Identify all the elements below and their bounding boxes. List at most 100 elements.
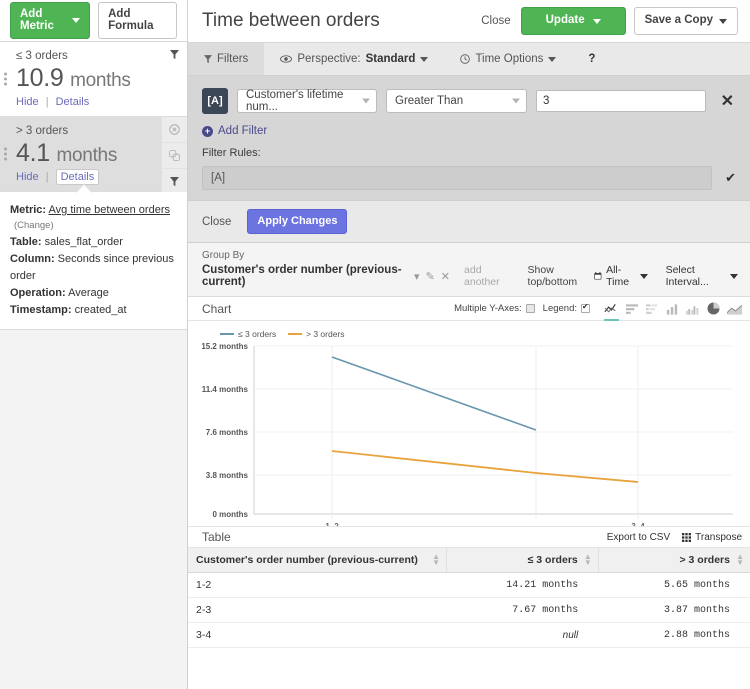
- table-row[interactable]: 3-4 null 2.88 months: [188, 622, 750, 648]
- transpose-button[interactable]: Transpose: [682, 532, 742, 543]
- chevron-down-icon: [512, 98, 520, 104]
- transpose-label: Transpose: [695, 531, 742, 543]
- multiple-y-axes-option[interactable]: Multiple Y-Axes:: [454, 303, 535, 314]
- stacked-bar-icon[interactable]: [646, 301, 659, 317]
- cell-group: 3-4: [188, 622, 447, 648]
- chevron-down-icon: [639, 273, 648, 279]
- tab-time-options-label: Time Options: [475, 53, 544, 65]
- cell-group: 2-3: [188, 597, 447, 623]
- group-by-title: Group By: [202, 250, 245, 261]
- column-header-gt3[interactable]: > 3 orders ▲ ▼: [598, 548, 750, 573]
- group-by-field[interactable]: Customer's order number (previous-curren…: [202, 264, 408, 288]
- line-chart-icon[interactable]: [604, 301, 619, 321]
- details-metric-key: Metric:: [10, 204, 47, 216]
- close-button[interactable]: Close: [481, 15, 510, 27]
- table-row[interactable]: 2-3 7.67 months 3.87 months: [188, 597, 750, 623]
- check-icon[interactable]: ✔: [725, 170, 736, 186]
- details-column-key: Column:: [10, 252, 55, 265]
- y-tick-label: 3.8 months: [206, 471, 249, 480]
- chart-canvas: ≤ 3 orders > 3 orders 15.2 months 11.4 m…: [188, 321, 750, 531]
- details-link[interactable]: Details: [55, 169, 100, 185]
- column-chart-icon[interactable]: [666, 301, 679, 317]
- metric-label: ≤ 3 orders: [16, 50, 68, 62]
- filter-field-value: Customer's lifetime num...: [246, 89, 344, 113]
- metric-unit: months: [56, 145, 118, 166]
- group-by-panel: Group By Customer's order number (previo…: [188, 243, 750, 297]
- add-metric-label: Add Metric: [20, 8, 54, 32]
- legend-checkbox[interactable]: [581, 302, 590, 313]
- cell-gt3: 2.88 months: [598, 622, 750, 648]
- filter-rules-label: Filter Rules:: [202, 147, 261, 159]
- hide-link[interactable]: Hide: [16, 96, 39, 108]
- close-circle-icon[interactable]: [161, 117, 187, 143]
- edit-pencil-icon[interactable]: ✎: [426, 270, 435, 283]
- add-filter-button[interactable]: + Add Filter: [202, 125, 736, 137]
- column-header-le3-label: ≤ 3 orders: [527, 554, 578, 566]
- drag-handle-icon[interactable]: [4, 146, 7, 163]
- tab-filters[interactable]: Filters: [188, 43, 265, 75]
- filter-panel: [A] Customer's lifetime num... Greater T…: [188, 76, 750, 200]
- multiple-y-axes-label: Multiple Y-Axes:: [454, 303, 522, 314]
- apply-close-button[interactable]: Close: [202, 216, 231, 228]
- details-link[interactable]: Details: [56, 96, 90, 108]
- table-panel-title: Table: [202, 530, 231, 544]
- filter-value-input[interactable]: [536, 90, 706, 112]
- add-metric-button[interactable]: Add Metric: [10, 2, 91, 39]
- interval-selector[interactable]: Select Interval...: [666, 264, 738, 288]
- series-line-le3: [331, 356, 537, 431]
- filter-field-select[interactable]: Customer's lifetime num...: [237, 89, 377, 113]
- funnel-icon[interactable]: [161, 42, 187, 68]
- grouped-column-icon[interactable]: [686, 301, 700, 317]
- legend-option[interactable]: Legend:: [543, 302, 590, 314]
- apply-changes-button[interactable]: Apply Changes: [247, 209, 348, 234]
- add-formula-button[interactable]: Add Formula: [98, 2, 177, 39]
- area-chart-icon[interactable]: [727, 301, 742, 317]
- column-header-group-label: Customer's order number (previous-curren…: [196, 554, 418, 566]
- save-a-copy-button[interactable]: Save a Copy: [633, 7, 738, 35]
- duplicate-icon[interactable]: [161, 143, 187, 169]
- details-timestamp-value: created_at: [74, 303, 127, 316]
- export-to-csv-button[interactable]: Export to CSV: [607, 532, 670, 543]
- details-operation-row: Operation: Average: [10, 285, 177, 302]
- metric-links: Hide | Details: [16, 169, 175, 185]
- details-table-key: Table:: [10, 235, 42, 248]
- filter-rule-expression[interactable]: [A]: [202, 166, 713, 190]
- metric-card-le3[interactable]: ≤ 3 orders 10.9 months Hide | Details: [0, 42, 187, 117]
- table-head: Customer's order number (previous-curren…: [188, 548, 750, 573]
- remove-filter-button[interactable]: ✕: [715, 91, 736, 111]
- metric-card-gt3[interactable]: > 3 orders 4.1 months Hide | Details: [0, 117, 187, 247]
- filter-rules-row: [A] ✔: [202, 166, 736, 190]
- metric-card-actions: [161, 42, 187, 68]
- multiple-y-axes-checkbox[interactable]: [525, 304, 535, 313]
- filter-operator-select[interactable]: Greater Than: [386, 89, 527, 113]
- drag-handle-icon[interactable]: [4, 71, 7, 88]
- sort-icon[interactable]: ▲ ▼: [736, 553, 744, 567]
- remove-group-icon[interactable]: ✕: [441, 270, 450, 283]
- add-another-button[interactable]: add another: [464, 264, 512, 288]
- details-metric-value[interactable]: Avg time between orders: [49, 204, 170, 216]
- time-range-selector[interactable]: All-Time: [594, 264, 648, 288]
- show-top-bottom-button[interactable]: Show top/bottom: [528, 264, 595, 288]
- horizontal-bar-icon[interactable]: [626, 301, 639, 317]
- tab-help[interactable]: ?: [572, 43, 611, 75]
- tab-time-options[interactable]: Time Options: [444, 43, 572, 75]
- chart-toolbar: Chart Multiple Y-Axes: Legend:: [188, 297, 750, 321]
- tab-perspective[interactable]: Perspective: Standard: [264, 43, 444, 75]
- pie-chart-icon[interactable]: [707, 301, 720, 317]
- details-change-note: (Change): [14, 220, 54, 232]
- details-timestamp-row: Timestamp: created_at: [10, 302, 177, 319]
- page-title: Time between orders: [202, 10, 380, 31]
- column-header-le3[interactable]: ≤ 3 orders ▲ ▼: [446, 548, 599, 573]
- x-tick-label: 1–2: [325, 522, 339, 526]
- legend-label-gt3: > 3 orders: [306, 329, 345, 339]
- table-row[interactable]: 1-2 14.21 months 5.65 months: [188, 572, 750, 598]
- filter-row: [A] Customer's lifetime num... Greater T…: [202, 88, 736, 114]
- sort-icon[interactable]: ▲ ▼: [432, 553, 440, 567]
- metric-number: 4.1: [16, 139, 50, 167]
- sort-icon[interactable]: ▲ ▼: [584, 553, 592, 567]
- update-button[interactable]: Update: [520, 7, 626, 35]
- chevron-down-icon: [420, 56, 429, 62]
- hide-link[interactable]: Hide: [16, 171, 39, 183]
- column-header-group[interactable]: Customer's order number (previous-curren…: [188, 548, 448, 573]
- chevron-down-icon[interactable]: ▾: [414, 270, 420, 283]
